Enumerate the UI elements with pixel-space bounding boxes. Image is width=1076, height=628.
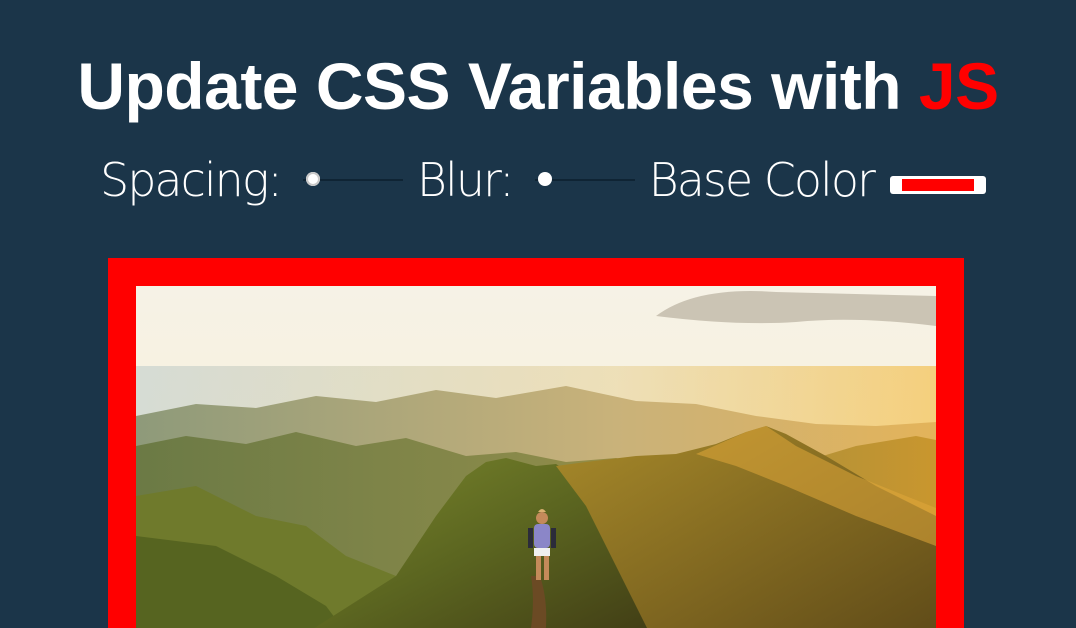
photo-illustration xyxy=(136,286,936,628)
blur-slider[interactable] xyxy=(534,169,635,191)
mountain-hiker-photo xyxy=(136,286,936,628)
title-main: Update CSS Variables with xyxy=(77,49,919,124)
image-frame xyxy=(108,258,964,628)
title-accent: JS xyxy=(918,49,999,124)
controls-bar: Spacing: Blur: Base Color xyxy=(100,148,986,212)
blur-slider-thumb[interactable] xyxy=(537,172,552,186)
spacing-label: Spacing: xyxy=(100,153,283,207)
spacing-slider[interactable] xyxy=(302,169,403,191)
base-color-picker[interactable] xyxy=(889,176,986,194)
base-color-label: Base Color xyxy=(648,153,876,207)
blur-label: Blur: xyxy=(416,153,515,207)
base-color-swatch-fill[interactable] xyxy=(901,179,974,191)
page-title: Update CSS Variables with JS xyxy=(0,46,1076,126)
spacing-slider-thumb[interactable] xyxy=(305,172,320,186)
